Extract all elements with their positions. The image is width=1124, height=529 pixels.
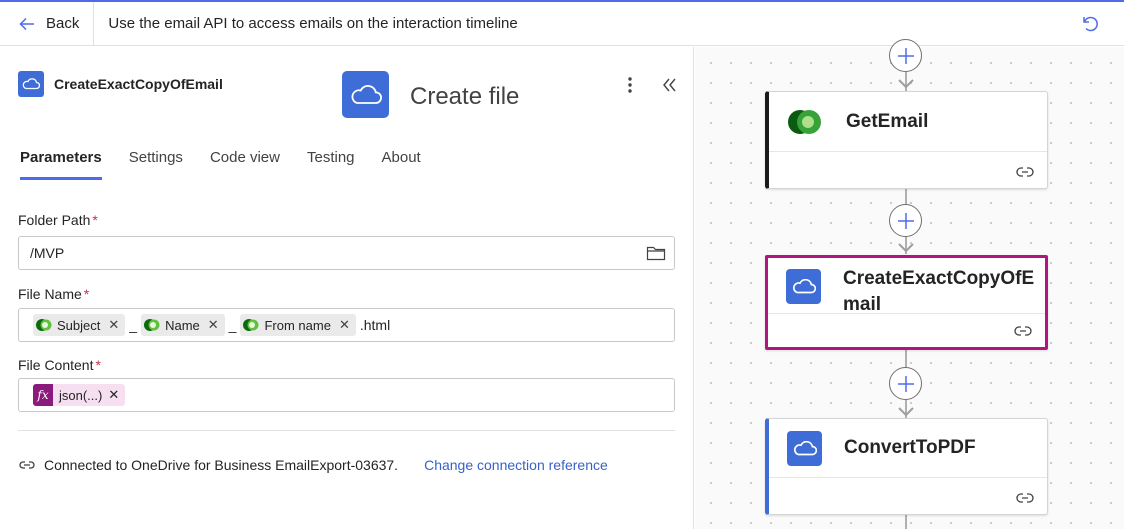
folder-path-label: Folder Path * <box>18 212 98 228</box>
remove-token-icon[interactable]: ✕ <box>108 317 119 333</box>
required-mark: * <box>92 212 98 228</box>
remove-token-icon[interactable]: ✕ <box>108 387 119 403</box>
flow-title: Use the email API to access emails on th… <box>108 15 518 32</box>
token-from-name[interactable]: From name ✕ <box>240 314 356 336</box>
onedrive-icon <box>18 71 44 97</box>
action-details-panel: CreateExactCopyOfEmail Create file Param… <box>0 47 694 529</box>
remove-token-icon[interactable]: ✕ <box>208 317 219 333</box>
connector-line <box>905 513 907 529</box>
onedrive-icon <box>786 269 821 304</box>
file-extension: .html <box>359 317 391 333</box>
file-name-label: File Name * <box>18 286 90 302</box>
onedrive-icon <box>342 71 389 118</box>
file-name-input[interactable]: Subject ✕ _ Name ✕ _ From name ✕ .html <box>18 308 675 342</box>
token-subject[interactable]: Subject ✕ <box>33 314 126 336</box>
folder-icon[interactable] <box>646 244 666 262</box>
required-mark: * <box>83 286 90 302</box>
panel-tabs: Parameters Settings Code view Testing Ab… <box>20 149 421 180</box>
insert-step-button[interactable] <box>889 39 922 72</box>
required-mark: * <box>95 357 101 373</box>
action-name-row[interactable]: CreateExactCopyOfEmail <box>18 71 223 97</box>
onedrive-icon <box>787 430 822 466</box>
insert-step-button[interactable] <box>889 204 922 237</box>
insert-step-button[interactable] <box>889 367 922 400</box>
remove-token-icon[interactable]: ✕ <box>339 317 350 333</box>
dataverse-icon <box>144 319 160 331</box>
function-icon: fx <box>33 384 53 406</box>
back-button[interactable]: Back <box>0 2 95 45</box>
divider <box>18 430 675 431</box>
file-content-input[interactable]: fx json(...) ✕ <box>18 378 675 412</box>
separator: _ <box>228 317 237 333</box>
header-bar: Back Use the email API to access emails … <box>0 2 1124 46</box>
change-connection-link[interactable]: Change connection reference <box>424 457 608 473</box>
arrow-down-icon <box>898 407 914 417</box>
dataverse-icon <box>36 319 52 331</box>
arrow-down-icon <box>898 79 914 89</box>
folder-path-value: /MVP <box>30 245 65 261</box>
flow-canvas[interactable]: GetEmail CreateExactCopyOfE mail Convert… <box>695 39 1124 529</box>
connection-text: Connected to OneDrive for Business Email… <box>44 457 399 473</box>
tab-about[interactable]: About <box>382 149 421 180</box>
separator: _ <box>129 317 138 333</box>
folder-path-input[interactable]: /MVP <box>18 236 675 270</box>
card-footer <box>769 477 1047 514</box>
file-name-tokens: Subject ✕ _ Name ✕ _ From name ✕ .html <box>33 314 390 336</box>
dataverse-icon <box>243 319 259 331</box>
plus-icon <box>897 47 914 64</box>
arrow-down-icon <box>898 243 914 253</box>
dataverse-icon <box>788 109 821 134</box>
plus-icon <box>897 212 914 229</box>
undo-icon[interactable] <box>1080 14 1100 34</box>
card-title: ConvertToPDF <box>844 437 976 458</box>
card-footer <box>769 151 1047 188</box>
card-footer <box>768 313 1045 347</box>
link-icon <box>1016 167 1034 177</box>
action-name: CreateExactCopyOfEmail <box>54 76 223 92</box>
arrow-left-icon <box>19 17 34 30</box>
flow-card-getemail[interactable]: GetEmail <box>765 91 1048 189</box>
back-label: Back <box>46 15 80 32</box>
tab-code-view[interactable]: Code view <box>210 149 280 180</box>
token-name[interactable]: Name ✕ <box>141 314 225 336</box>
link-icon <box>1016 493 1034 503</box>
flow-card-createexactcopyofemail[interactable]: CreateExactCopyOfE mail <box>765 255 1048 350</box>
tab-testing[interactable]: Testing <box>307 149 355 180</box>
tab-parameters[interactable]: Parameters <box>20 149 102 180</box>
link-icon <box>1014 326 1032 336</box>
plus-icon <box>897 375 914 392</box>
operation-title: Create file <box>410 83 520 110</box>
card-title: GetEmail <box>846 110 929 132</box>
connection-row: Connected to OneDrive for Business Email… <box>18 457 608 473</box>
card-title: CreateExactCopyOfE mail <box>843 268 1035 315</box>
token-expression[interactable]: fx json(...) ✕ <box>33 384 126 406</box>
more-options-icon[interactable] <box>622 75 638 95</box>
link-icon <box>19 461 35 469</box>
tab-settings[interactable]: Settings <box>129 149 183 180</box>
file-content-label: File Content * <box>18 357 101 373</box>
flow-card-converttopdf[interactable]: ConvertToPDF <box>765 418 1048 515</box>
collapse-panel-icon[interactable] <box>660 75 678 95</box>
